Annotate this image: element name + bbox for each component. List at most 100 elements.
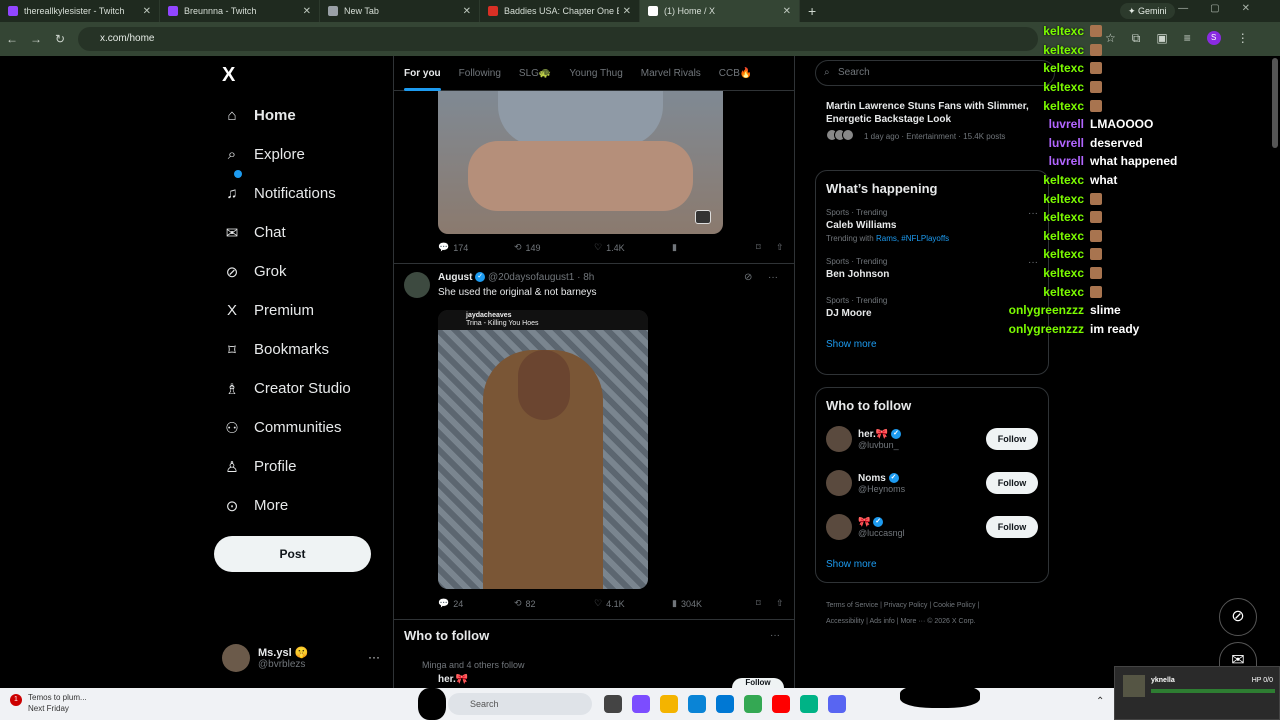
share-icon[interactable]: ⇧: [776, 242, 784, 253]
user-name[interactable]: her.🎀 ✓: [858, 429, 902, 440]
follow-button[interactable]: Follow: [986, 428, 1038, 450]
views-button[interactable]: ▮: [672, 242, 756, 253]
more-icon[interactable]: ···: [768, 272, 778, 283]
browser-tab[interactable]: New Tab ✕: [320, 0, 480, 22]
browser-tab[interactable]: (1) Home / X ✕: [640, 0, 800, 22]
like-button[interactable]: ♡ 1.4K: [594, 242, 672, 253]
close-icon[interactable]: ✕: [303, 6, 311, 17]
reply-button[interactable]: 💬 24: [438, 598, 514, 609]
feed-tab[interactable]: CCB🔥: [719, 68, 753, 79]
nav-profile[interactable]: ♙ Profile: [222, 447, 351, 486]
trend-links[interactable]: Rams, #NFLPlayoffs: [876, 234, 949, 243]
follow-suggestion[interactable]: her.🎀 ✓ @luvbun_ Follow: [816, 417, 1048, 461]
chat-username[interactable]: keltexc: [1000, 192, 1084, 206]
chat-username[interactable]: keltexc: [1000, 266, 1084, 280]
suggested-user-name[interactable]: her.🎀: [438, 674, 468, 685]
close-icon[interactable]: ✕: [783, 6, 791, 17]
feed-tab[interactable]: SLG🐢: [519, 68, 551, 79]
nav-explore[interactable]: ⌕ Explore: [222, 135, 351, 174]
chrome-icon[interactable]: [744, 695, 762, 713]
author-handle[interactable]: @20daysofaugust1 · 8h: [488, 272, 594, 283]
close-icon[interactable]: ✕: [623, 6, 631, 17]
follow-suggestion[interactable]: Noms ✓ @Heynoms Follow: [816, 461, 1048, 505]
profile-avatar[interactable]: S: [1206, 31, 1221, 45]
tweet-media-image[interactable]: [438, 86, 723, 234]
nav-home[interactable]: ⌂ Home: [222, 96, 351, 135]
avatar[interactable]: [826, 470, 852, 496]
browser-tab[interactable]: Baddies USA: Chapter One Epis ✕: [480, 0, 640, 22]
feed-tab[interactable]: Marvel Rivals: [641, 68, 701, 79]
account-switcher[interactable]: Ms.ysl 🤫 @bvrblezs ···: [222, 644, 380, 672]
chat-username[interactable]: keltexc: [1000, 210, 1084, 224]
notification-widget[interactable]: 1 Temos to plum... Next Friday: [10, 692, 87, 714]
follow-button[interactable]: Follow: [986, 472, 1038, 494]
follow-button[interactable]: Follow: [986, 516, 1038, 538]
chat-username[interactable]: keltexc: [1000, 43, 1084, 57]
more-icon[interactable]: ···: [368, 650, 380, 664]
bookmark-icon[interactable]: ⌑: [756, 598, 776, 609]
chat-username[interactable]: keltexc: [1000, 80, 1084, 94]
taskbar-search[interactable]: Search: [448, 693, 592, 715]
media-icon[interactable]: ≡: [1184, 31, 1191, 46]
feed-tab[interactable]: Following: [459, 68, 501, 79]
close-icon[interactable]: ✕: [463, 6, 471, 17]
chat-username[interactable]: keltexc: [1000, 247, 1084, 261]
avatar[interactable]: [826, 514, 852, 540]
chat-username[interactable]: keltexc: [1000, 99, 1084, 113]
app-icon[interactable]: [800, 695, 818, 713]
back-icon[interactable]: ←: [0, 32, 24, 46]
forward-icon[interactable]: →: [24, 32, 48, 46]
close-icon[interactable]: ✕: [143, 6, 151, 17]
chat-username[interactable]: onlygreenzzz: [1000, 322, 1084, 336]
edge-icon[interactable]: [688, 695, 706, 713]
tweet-media-video[interactable]: jaydacheaves Trina - Killing You Hoes: [438, 310, 648, 589]
show-more-link[interactable]: Show more: [816, 339, 1048, 350]
more-icon[interactable]: ···: [770, 630, 780, 641]
bookmark-icon[interactable]: ⌑: [756, 242, 776, 253]
feed-tab[interactable]: Young Thug: [569, 68, 622, 79]
nav-bookmarks[interactable]: ⌑ Bookmarks: [222, 330, 351, 369]
chat-username[interactable]: keltexc: [1000, 173, 1084, 187]
chat-username[interactable]: keltexc: [1000, 285, 1084, 299]
x-logo[interactable]: X: [222, 64, 235, 87]
discord-icon[interactable]: [828, 695, 846, 713]
grok-icon[interactable]: ⊘: [1219, 598, 1257, 636]
chat-username[interactable]: keltexc: [1000, 24, 1084, 38]
nav-more[interactable]: ⊙ More: [222, 486, 351, 525]
repost-button[interactable]: ⟲ 149: [514, 242, 594, 253]
follow-button[interactable]: Follow: [732, 678, 784, 688]
browser-tab[interactable]: thereallkylesister - Twitch ✕: [0, 0, 160, 22]
user-name[interactable]: 🎀 ✓: [858, 517, 905, 528]
new-tab-button[interactable]: +: [808, 3, 816, 19]
chat-username[interactable]: luvrell: [1000, 117, 1084, 131]
gemini-button[interactable]: ✦ Gemini: [1120, 3, 1175, 19]
nav-grok[interactable]: ⊘ Grok: [222, 252, 351, 291]
repost-button[interactable]: ⟲ 82: [514, 598, 594, 609]
post-button[interactable]: Post: [214, 536, 371, 572]
chat-username[interactable]: luvrell: [1000, 154, 1084, 168]
share-icon[interactable]: ⇧: [776, 598, 784, 609]
copilot-icon[interactable]: [632, 695, 650, 713]
scrollbar[interactable]: [1272, 58, 1278, 148]
reply-button[interactable]: 💬 174: [438, 242, 514, 253]
youtube-icon[interactable]: [772, 695, 790, 713]
follow-suggestion[interactable]: 🎀 ✓ @luccasngl Follow: [816, 505, 1048, 549]
author-name[interactable]: August: [438, 272, 472, 283]
tray-chevron-icon[interactable]: ⌃: [1096, 696, 1104, 707]
media-tag-icon[interactable]: [695, 210, 711, 224]
avatar[interactable]: [826, 426, 852, 452]
outlook-icon[interactable]: [716, 695, 734, 713]
chat-username[interactable]: luvrell: [1000, 136, 1084, 150]
footer-line[interactable]: Terms of Service | Privacy Policy | Cook…: [826, 598, 1046, 614]
grok-icon[interactable]: ⊘: [744, 272, 752, 283]
window-controls[interactable]: —▢✕: [1178, 3, 1272, 14]
chat-username[interactable]: onlygreenzzz: [1000, 303, 1084, 317]
chat-username[interactable]: keltexc: [1000, 61, 1084, 75]
address-bar[interactable]: x.com/home: [78, 27, 1038, 51]
nav-premium[interactable]: X Premium: [222, 291, 351, 330]
chat-username[interactable]: keltexc: [1000, 229, 1084, 243]
nav-communities[interactable]: ⚇ Communities: [222, 408, 351, 447]
avatar[interactable]: [404, 272, 430, 298]
mini-player[interactable]: yknella HP 0/0: [1114, 666, 1280, 720]
feed-tab[interactable]: For you: [404, 68, 441, 91]
